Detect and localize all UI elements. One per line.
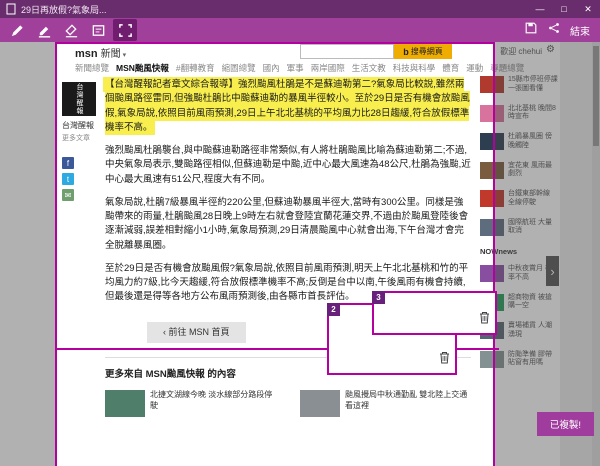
clip-tool-button[interactable] [113, 19, 137, 41]
save-icon[interactable] [524, 21, 538, 40]
scrollbar[interactable] [592, 42, 600, 466]
news-title: 防颱準備 膠帶貼窗有用嗎 [508, 350, 552, 367]
news-title: 15縣市停班停課 一張圖看懂 [508, 76, 558, 92]
typed-note-tool-button[interactable] [86, 19, 110, 41]
delete-clip-icon[interactable] [479, 311, 490, 329]
title-bar: 29日再放假?氣象局... — □ ✕ [0, 0, 600, 18]
window-controls: — □ ✕ [528, 0, 600, 18]
highlighter-tool-button[interactable] [32, 19, 56, 41]
carousel-next-button[interactable]: › [546, 256, 559, 286]
news-title: 賣場補貨 人潮湧現 [508, 322, 552, 338]
news-title: 國際航班 大量取消 [508, 218, 552, 235]
nav-item[interactable]: 專題總覽 [490, 62, 524, 74]
clip-selection-main[interactable] [55, 42, 495, 466]
news-title: 超商物資 被搶購一空 [508, 293, 552, 310]
toolbar-right: 結束 [524, 21, 600, 40]
eraser-tool-button[interactable] [59, 19, 83, 41]
clip-number-badge: 2 [327, 303, 340, 316]
close-button[interactable]: ✕ [576, 0, 600, 18]
signin-welcome[interactable]: 歡迎 chehui [500, 46, 542, 57]
webnote-toolbar: 結束 [0, 18, 600, 42]
settings-gear-icon[interactable]: ⚙ [546, 44, 555, 55]
scrollbar-thumb[interactable] [593, 46, 599, 146]
window-title: 29日再放假?氣象局... [21, 4, 107, 15]
app-window: 29日再放假?氣象局... — □ ✕ 結束 msn 新聞 ▾ b 搜尋網頁 歡… [0, 0, 600, 466]
page-icon [6, 3, 16, 15]
exit-button[interactable]: 結束 [570, 23, 590, 38]
delete-clip-icon[interactable] [439, 351, 450, 369]
share-icon[interactable] [547, 21, 561, 40]
news-title: 北北基桃 晚間8時宣布 [508, 104, 556, 121]
browser-page: msn 新聞 ▾ b 搜尋網頁 歡迎 chehui ⚙ 新聞總覽 MSN颱風快報 #… [0, 42, 600, 466]
maximize-button[interactable]: □ [552, 0, 576, 18]
pen-tool-button[interactable] [5, 19, 29, 41]
minimize-button[interactable]: — [528, 0, 552, 18]
news-title: 台鐵東部幹線 全線停駛 [508, 190, 550, 206]
clip-number-badge: 3 [372, 291, 385, 304]
copied-toast: 已複製! [537, 412, 594, 436]
clip-region-3[interactable]: 3 [372, 291, 497, 335]
news-title: 杜鵑暴風圈 傍晚觸陸 [508, 133, 552, 149]
news-title: 宜花東 風雨最劇烈 [508, 161, 552, 178]
